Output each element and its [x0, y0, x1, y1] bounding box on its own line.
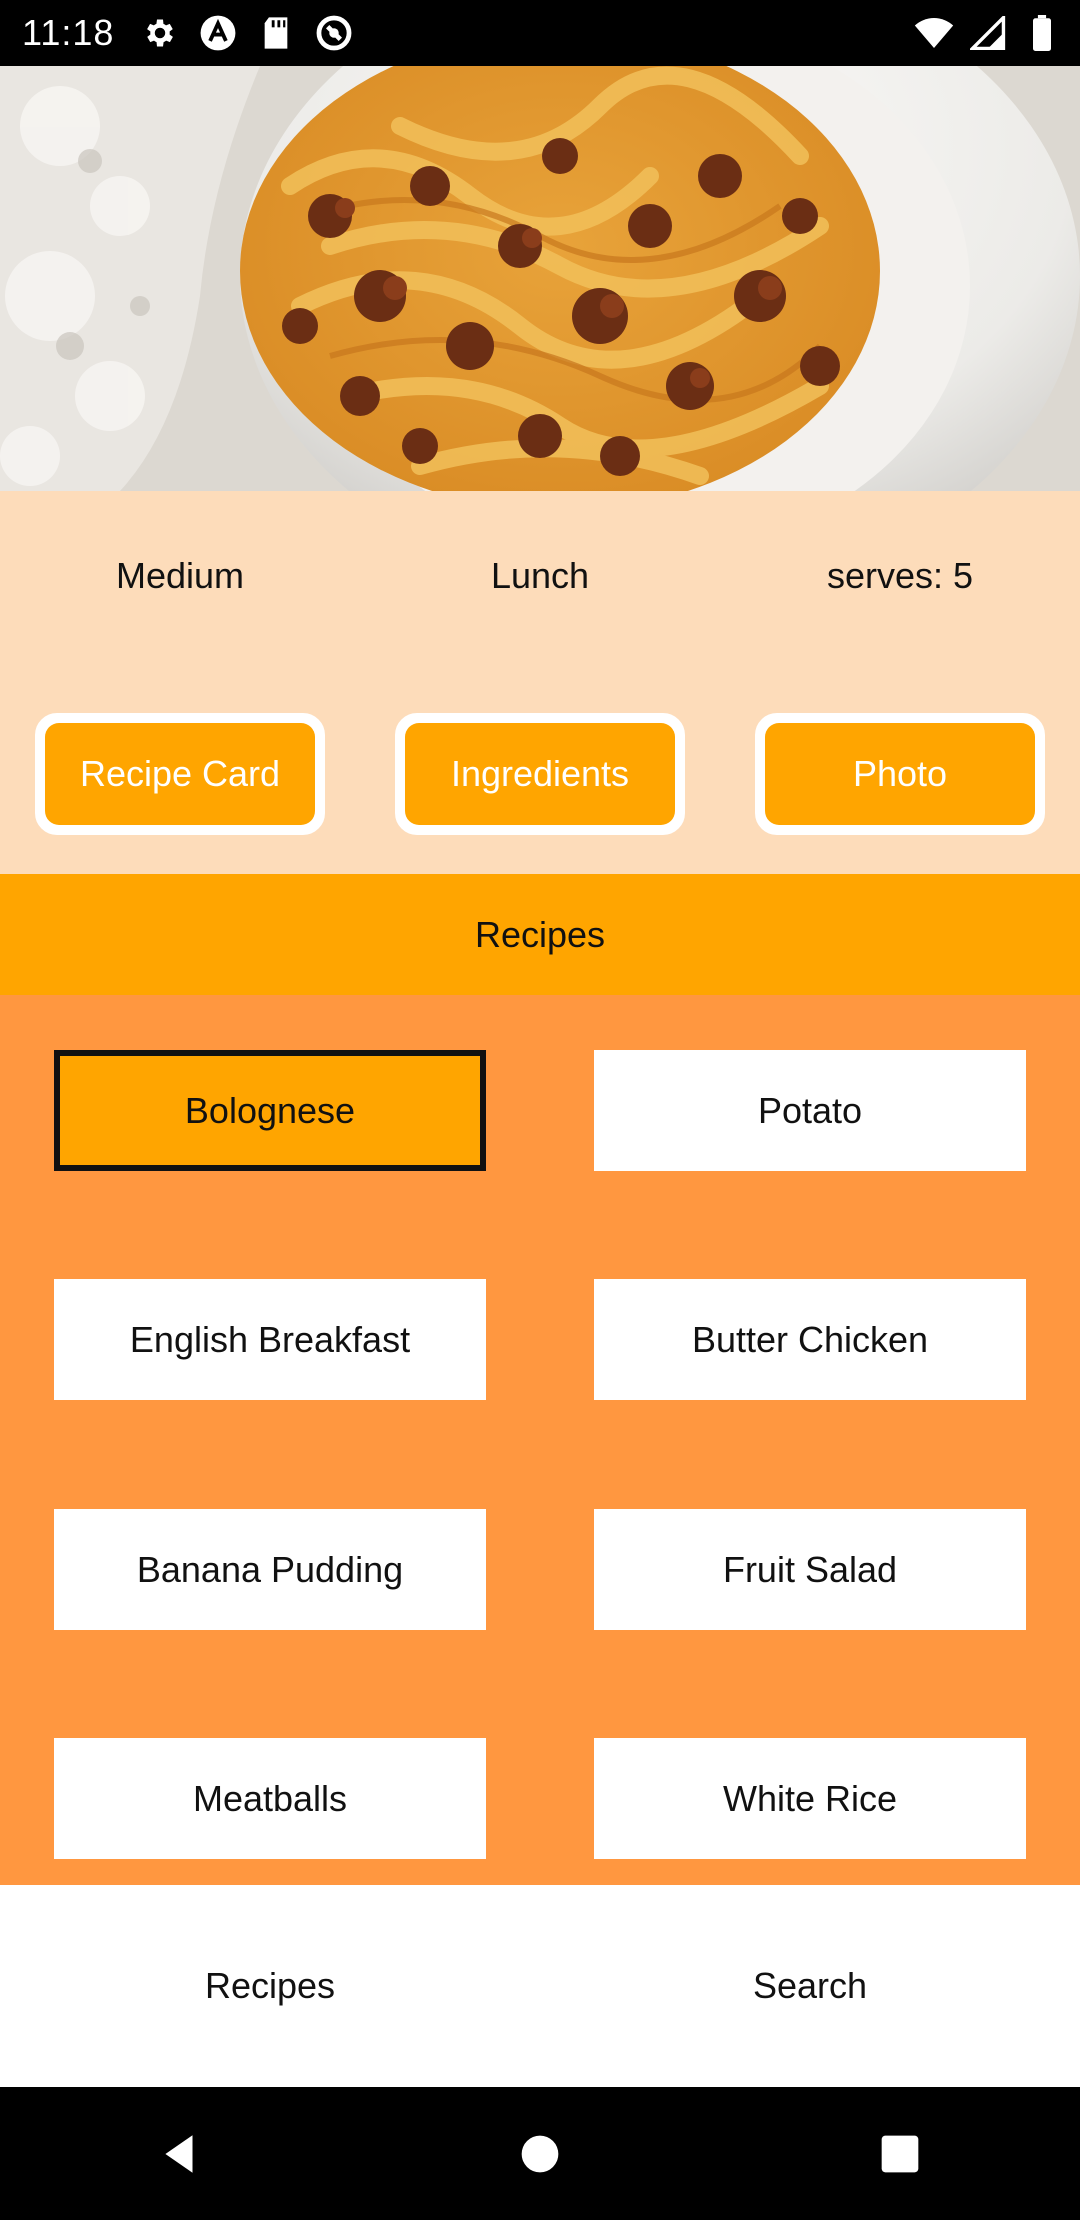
status-icons-right	[914, 0, 1062, 66]
difficulty-label: Medium	[115, 555, 245, 596]
bottom-tab-bar: Recipes Search	[0, 1885, 1080, 2087]
tab-search[interactable]: Search	[540, 1885, 1080, 2087]
serves-label: serves: 5	[826, 555, 974, 596]
back-icon[interactable]	[135, 2109, 225, 2199]
app-a-icon	[198, 13, 238, 53]
bolognese-pasta-photo	[0, 66, 1080, 491]
recipe-tile-meatballs[interactable]: Meatballs	[54, 1738, 486, 1859]
gear-icon	[140, 13, 180, 53]
recipe-tile-english-breakfast[interactable]: English Breakfast	[54, 1279, 486, 1400]
recipe-tile-white-rice[interactable]: White Rice	[594, 1738, 1026, 1859]
recipe-tile-butter-chicken[interactable]: Butter Chicken	[594, 1279, 1026, 1400]
recipe-hero-image	[0, 66, 1080, 491]
recipe-tile-bolognese[interactable]: Bolognese	[54, 1050, 486, 1171]
recipe-tile-banana-pudding[interactable]: Banana Pudding	[54, 1509, 486, 1630]
ingredients-button-label: Ingredients	[405, 723, 675, 825]
no-disturb-icon	[314, 13, 354, 53]
recipe-info-panel: Medium Lunch serves: 5 Recipe Card Ingre…	[0, 491, 1080, 874]
recipe-tile-fruit-salad[interactable]: Fruit Salad	[594, 1509, 1026, 1630]
cell-signal-icon	[968, 13, 1008, 53]
status-time: 11:18	[22, 12, 115, 53]
ingredients-button[interactable]: Ingredients	[395, 713, 685, 835]
meal-type-label: Lunch	[490, 555, 590, 596]
home-icon[interactable]	[495, 2109, 585, 2199]
recipe-tile-potato[interactable]: Potato	[594, 1050, 1026, 1171]
tab-recipes[interactable]: Recipes	[0, 1885, 540, 2087]
recents-icon[interactable]	[855, 2109, 945, 2199]
battery-icon	[1022, 13, 1062, 53]
photo-button[interactable]: Photo	[755, 713, 1045, 835]
recipe-grid: Bolognese Potato English Breakfast Butte…	[0, 995, 1080, 1885]
status-bar: 11:18	[0, 0, 1080, 66]
app-screen: 11:18 Medium Lunch serves: 5 Recipe Card…	[0, 0, 1080, 2220]
sd-card-icon	[256, 13, 296, 53]
status-icons-left	[140, 13, 354, 53]
system-nav-bar	[0, 2087, 1080, 2220]
recipes-section-header: Recipes	[0, 874, 1080, 995]
recipe-card-button-label: Recipe Card	[45, 723, 315, 825]
wifi-icon	[914, 13, 954, 53]
recipe-card-button[interactable]: Recipe Card	[35, 713, 325, 835]
photo-button-label: Photo	[765, 723, 1035, 825]
